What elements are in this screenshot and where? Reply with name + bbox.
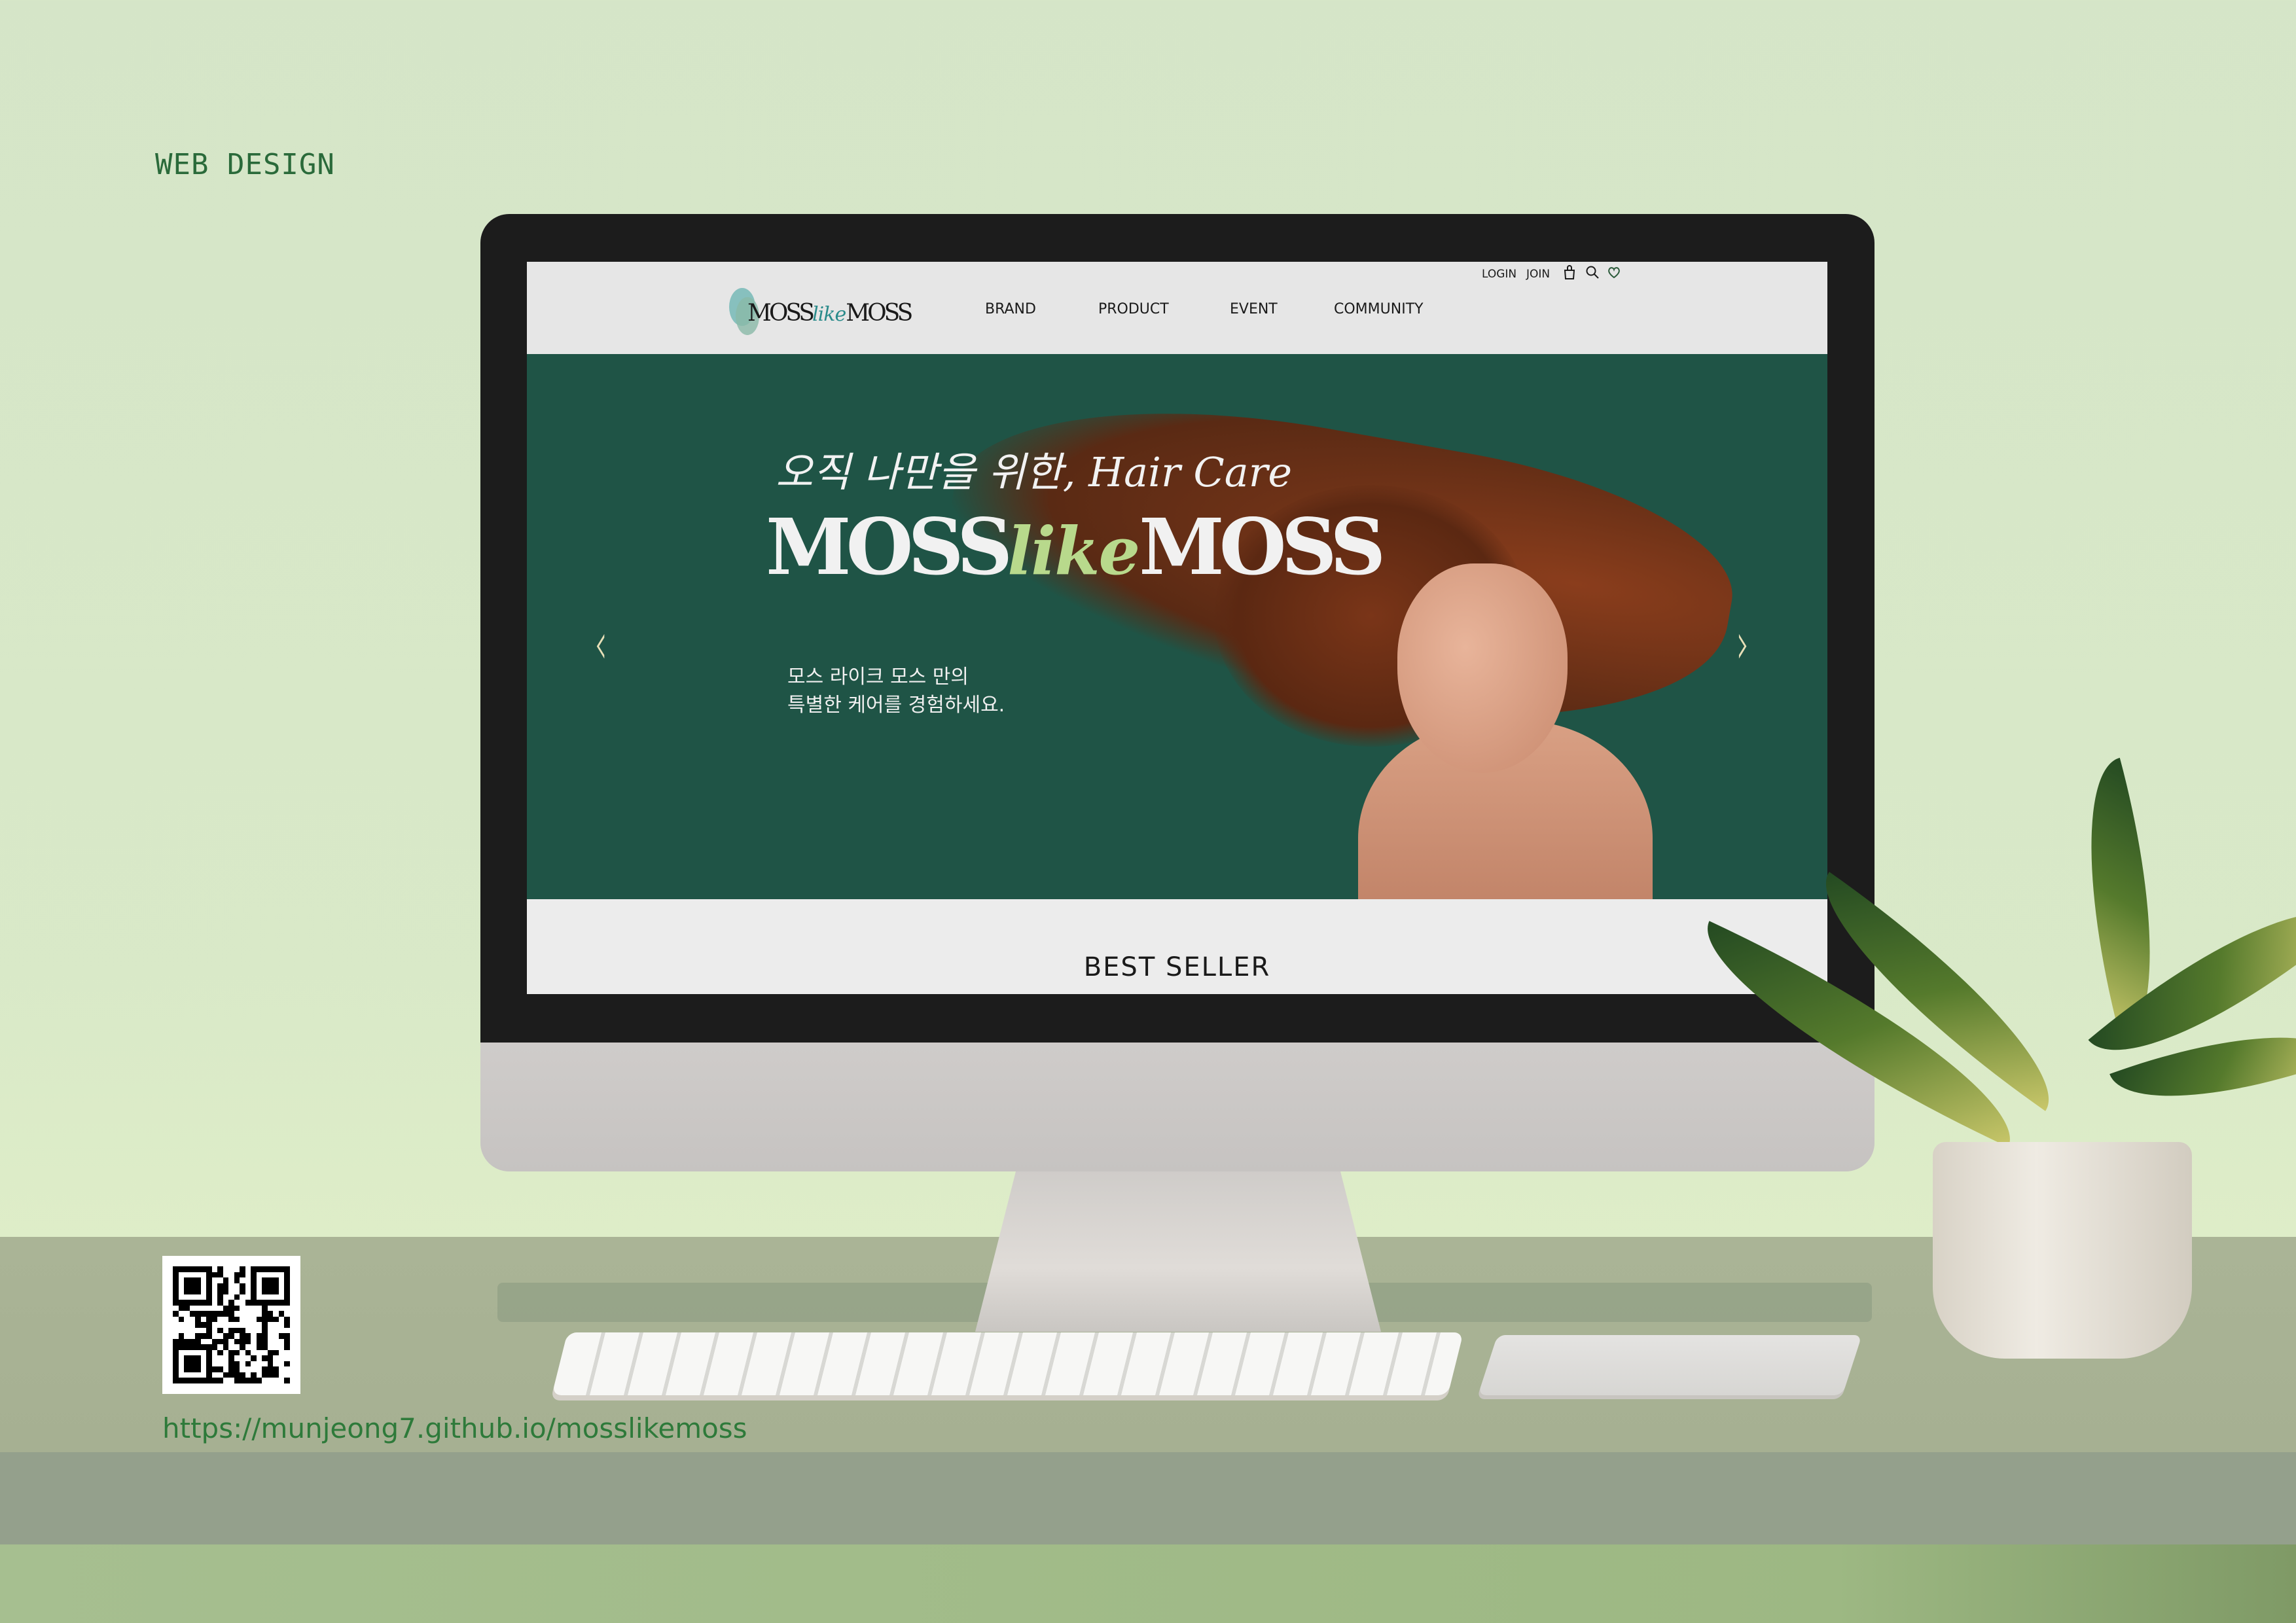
site-logo[interactable]: MOSSlikeMOSS <box>729 288 913 335</box>
search-icon[interactable] <box>1585 265 1600 279</box>
keyboard <box>552 1332 1463 1395</box>
next-slide-arrow-icon[interactable]: › <box>1736 609 1749 678</box>
plant-pot <box>1933 1142 2192 1359</box>
shopping-bag-icon[interactable] <box>1563 264 1576 280</box>
nav-product[interactable]: PRODUCT <box>1098 301 1169 317</box>
monitor-chin <box>480 1043 1874 1171</box>
heart-icon[interactable] <box>1607 265 1621 279</box>
prev-slide-arrow-icon[interactable]: ‹ <box>594 609 607 678</box>
hero-image-face <box>1397 563 1568 773</box>
hero-title: MOSSlikeMOSS <box>766 501 1386 592</box>
hero-description-line2: 특별한 케어를 경험하세요. <box>787 694 1005 717</box>
qr-code-modules <box>173 1266 290 1383</box>
nav-community[interactable]: COMMUNITY <box>1334 301 1424 317</box>
website-screen: MOSSlikeMOSS BRAND PRODUCT EVENT COMMUNI… <box>527 262 1827 994</box>
qr-code[interactable] <box>162 1256 300 1394</box>
site-url-link[interactable]: https://munjeong7.github.io/mosslikemoss <box>162 1412 747 1444</box>
trackpad <box>1478 1335 1862 1395</box>
hero-description-line1: 모스 라이크 모스 만의 <box>787 666 969 688</box>
floor <box>0 1544 2296 1623</box>
login-link[interactable]: LOGIN <box>1482 268 1516 281</box>
desk-edge <box>0 1452 2296 1544</box>
nav-event[interactable]: EVENT <box>1230 301 1278 317</box>
nav-brand[interactable]: BRAND <box>985 301 1036 317</box>
logo-text: MOSSlikeMOSS <box>747 300 913 327</box>
best-seller-heading: BEST SELLER <box>1083 952 1271 982</box>
monitor: MOSSlikeMOSS BRAND PRODUCT EVENT COMMUNI… <box>480 214 1874 1171</box>
hero-banner: 오직 나만을 위한, Hair Care MOSSlikeMOSS 모스 라이크… <box>527 354 1827 899</box>
join-link[interactable]: JOIN <box>1526 268 1550 281</box>
monitor-stand <box>975 1171 1381 1332</box>
hero-tagline: 오직 나만을 위한, Hair Care <box>776 448 1293 496</box>
web-design-label: WEB DESIGN <box>155 148 335 181</box>
site-header: MOSSlikeMOSS BRAND PRODUCT EVENT COMMUNI… <box>527 262 1827 354</box>
